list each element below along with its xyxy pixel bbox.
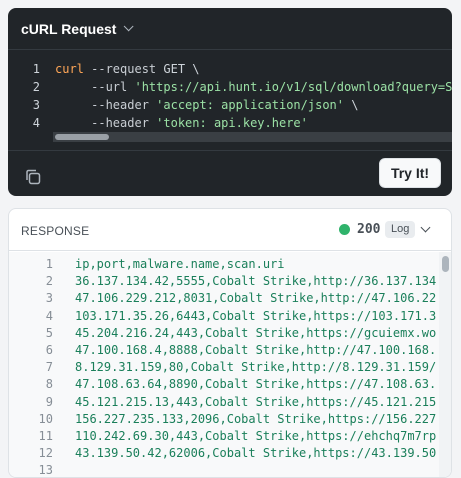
line-number: 4 [32,116,40,130]
response-panel: RESPONSE 200 Log 1 ip,port,malware.name,s… [8,208,452,478]
response-line-text: 8.129.31.159,80,Cobalt Strike,http://8.1… [75,360,437,375]
response-header: RESPONSE 200 Log [9,209,451,251]
response-line-text: 47.106.229.212,8031,Cobalt Strike,http:/… [75,291,437,306]
code-token: --header [55,116,157,130]
curl-request-footer: Try It! [8,150,452,196]
response-line-text: 156.227.235.133,2096,Cobalt Strike,https… [75,411,437,426]
curl-code-block[interactable]: 1 curl --request GET \ 2 --url 'https://ap… [8,51,452,141]
horizontal-scrollbar-thumb[interactable] [55,134,109,140]
line-number: 13 [38,463,53,478]
vertical-scrollbar-thumb[interactable] [442,256,449,272]
horizontal-scrollbar[interactable] [53,132,452,142]
code-token: 'https://api.hunt.io/v1/sql/download?que… [134,80,452,94]
response-line-text: 45.121.215.13,443,Cobalt Strike,https://… [75,394,437,409]
chevron-down-icon[interactable] [420,222,431,233]
code-text: --url 'https://api.hunt.io/v1/sql/downlo… [55,78,452,96]
line-number: 8 [45,377,53,392]
line-number: 7 [45,360,53,375]
line-number: 2 [45,274,53,289]
curl-request-panel: cURL Request 1 curl --request GET \ 2 --ur… [8,8,452,196]
curl-request-header[interactable]: cURL Request [8,8,452,50]
response-line-text: 45.204.216.24,443,Cobalt Strike,https://… [75,325,437,340]
log-badge[interactable]: Log [385,221,416,238]
response-line-text: 103.171.35.26,6443,Cobalt Strike,https:/… [75,308,437,323]
code-text: --header 'accept: application/json' \ [55,96,358,114]
line-number: 5 [45,325,53,340]
code-token: 'accept: application/json' [156,98,344,112]
copy-icon[interactable] [24,168,42,186]
line-number: 9 [45,394,53,409]
line-number: 10 [38,411,53,426]
response-title: RESPONSE [21,224,90,238]
status-code: 200 [357,222,381,237]
response-line-text: ip,port,malware.name,scan.uri [75,257,285,271]
line-number: 2 [32,80,40,94]
try-it-button[interactable]: Try It! [379,158,441,188]
response-line-text: 43.139.50.42,62006,Cobalt Strike,https:/… [75,446,437,461]
code-token: --request [83,62,164,76]
code-token: \ [344,98,359,112]
code-token: --header [55,98,157,112]
line-number: 1 [45,257,53,271]
line-number: 6 [45,343,53,357]
curl-request-title[interactable]: cURL Request [21,21,116,37]
line-number: 3 [45,291,53,306]
code-token: curl [55,62,84,76]
line-number: 4 [45,308,53,323]
code-token: --url [55,80,135,94]
line-number: 1 [32,62,40,76]
response-body[interactable]: 1 ip,port,malware.name,scan.uri 2 36.137.13… [9,252,451,478]
code-text: --header 'token: api.key.here' [55,114,308,132]
line-number: 11 [38,429,53,443]
code-token: \ [185,62,200,76]
response-line-text: 47.108.63.64,8890,Cobalt Strike,https://… [75,377,437,392]
code-token: GET [163,62,186,76]
response-line-text: 47.100.168.4,8888,Cobalt Strike,http://4… [75,343,437,357]
code-text: curl --request GET \ [55,60,200,78]
code-token: 'token: api.key.here' [156,116,308,130]
response-line-text: 36.137.134.42,5555,Cobalt Strike,http://… [75,274,437,289]
line-number: 12 [38,446,53,461]
chevron-down-icon[interactable] [124,21,135,32]
vertical-scrollbar[interactable] [439,252,451,477]
line-number: 3 [32,98,40,112]
response-line-text: 110.242.69.30,443,Cobalt Strike,https://… [75,429,437,443]
status-dot-icon [339,224,350,235]
